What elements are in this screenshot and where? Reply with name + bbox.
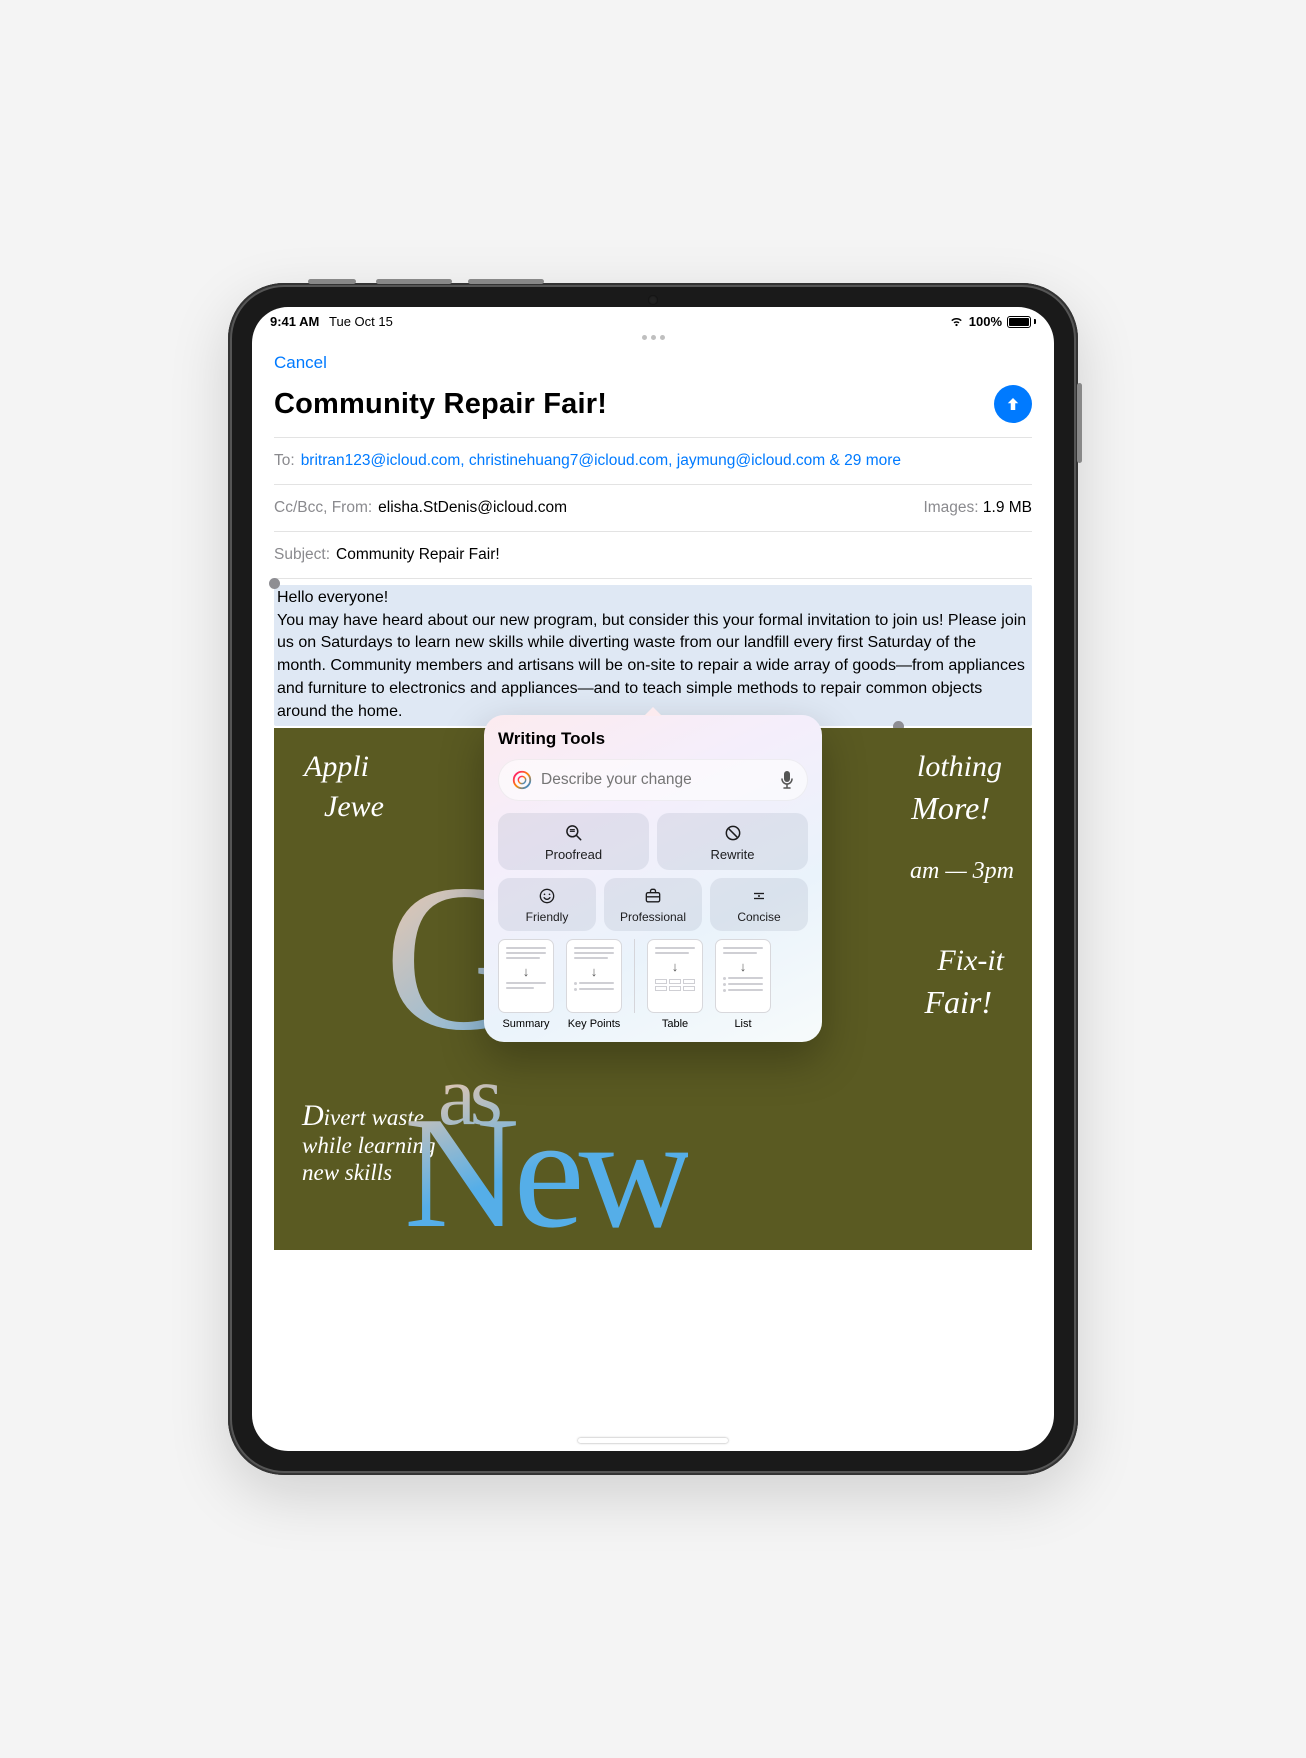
- selection-handle-start[interactable]: [269, 578, 280, 589]
- table-button[interactable]: ↓ Table: [647, 939, 703, 1030]
- friendly-label: Friendly: [526, 910, 569, 924]
- sheet-grabber-icon[interactable]: [252, 331, 1054, 344]
- wifi-icon: [949, 316, 964, 328]
- table-label: Table: [662, 1018, 688, 1030]
- screen: 9:41 AM Tue Oct 15 100% Cancel Community…: [252, 307, 1054, 1451]
- status-date: Tue Oct 15: [329, 314, 393, 329]
- body-text: Hello everyone! You may have heard about…: [277, 589, 1026, 720]
- poster-text: Fair!: [924, 984, 992, 1021]
- proofread-label: Proofread: [545, 847, 602, 862]
- to-label: To:: [274, 452, 295, 470]
- describe-change-field[interactable]: [541, 771, 771, 789]
- poster-text: am — 3pm: [910, 858, 1014, 885]
- cc-bcc-from-field[interactable]: Cc/Bcc, From: elisha.StDenis@icloud.com …: [274, 485, 1032, 532]
- poster-text: asNew: [404, 1060, 688, 1240]
- apple-intelligence-icon: [511, 769, 533, 791]
- cc-label: Cc/Bcc, From:: [274, 499, 372, 517]
- battery-icon: [1007, 316, 1036, 328]
- status-bar: 9:41 AM Tue Oct 15 100%: [252, 307, 1054, 331]
- describe-change-input[interactable]: [498, 759, 808, 801]
- rewrite-button[interactable]: Rewrite: [657, 813, 808, 870]
- poster-text: lothing: [917, 750, 1002, 784]
- professional-button[interactable]: Professional: [604, 878, 702, 931]
- concise-icon: [749, 886, 769, 906]
- hw-button: [468, 279, 544, 284]
- hw-button: [308, 279, 356, 284]
- keypoints-button[interactable]: ↓ Key Points: [566, 939, 622, 1030]
- writing-tools-panel: Writing Tools Proofread Rewrite: [484, 715, 822, 1042]
- concise-label: Concise: [737, 910, 780, 924]
- poster-text: Appli: [304, 750, 369, 784]
- summary-button[interactable]: ↓ Summary: [498, 939, 554, 1030]
- ipad-device-frame: 9:41 AM Tue Oct 15 100% Cancel Community…: [228, 283, 1078, 1475]
- smile-icon: [537, 886, 557, 906]
- divider: [634, 939, 635, 1013]
- hw-button: [376, 279, 452, 284]
- front-camera: [648, 295, 658, 305]
- poster-text: Fix-it: [937, 944, 1004, 978]
- concise-button[interactable]: Concise: [710, 878, 808, 931]
- list-thumb-icon: ↓: [715, 939, 771, 1013]
- keypoints-thumb-icon: ↓: [566, 939, 622, 1013]
- table-thumb-icon: ↓: [647, 939, 703, 1013]
- send-button[interactable]: [994, 385, 1032, 423]
- cancel-button[interactable]: Cancel: [274, 344, 327, 385]
- to-field[interactable]: To: britran123@icloud.com, christinehuan…: [274, 437, 1032, 485]
- rewrite-label: Rewrite: [710, 847, 754, 862]
- magnifier-icon: [564, 823, 584, 843]
- home-indicator[interactable]: [578, 1438, 728, 1443]
- from-value: elisha.StDenis@icloud.com: [378, 499, 567, 517]
- poster-text: Jewe: [324, 790, 384, 824]
- hw-button: [1077, 383, 1082, 463]
- poster-text: More!: [911, 790, 990, 827]
- keypoints-label: Key Points: [568, 1018, 621, 1030]
- subject-label: Subject:: [274, 546, 330, 564]
- microphone-icon[interactable]: [779, 770, 795, 790]
- subject-field[interactable]: Subject: Community Repair Fair!: [274, 532, 1032, 579]
- writing-tools-title: Writing Tools: [498, 729, 808, 749]
- images-label: Images:: [923, 499, 978, 516]
- briefcase-icon: [643, 886, 663, 906]
- rewrite-icon: [723, 823, 743, 843]
- proofread-button[interactable]: Proofread: [498, 813, 649, 870]
- battery-percent: 100%: [969, 314, 1002, 329]
- to-value: britran123@icloud.com, christinehuang7@i…: [301, 452, 901, 470]
- summary-thumb-icon: ↓: [498, 939, 554, 1013]
- images-size: 1.9 MB: [983, 499, 1032, 516]
- selected-text[interactable]: Hello everyone! You may have heard about…: [274, 585, 1032, 726]
- compose-title: Community Repair Fair!: [274, 388, 607, 421]
- professional-label: Professional: [620, 910, 686, 924]
- list-button[interactable]: ↓ List: [715, 939, 771, 1030]
- summary-label: Summary: [502, 1018, 549, 1030]
- status-time: 9:41 AM: [270, 314, 319, 329]
- subject-value: Community Repair Fair!: [336, 546, 500, 564]
- arrow-up-icon: [1004, 395, 1022, 413]
- list-label: List: [734, 1018, 751, 1030]
- friendly-button[interactable]: Friendly: [498, 878, 596, 931]
